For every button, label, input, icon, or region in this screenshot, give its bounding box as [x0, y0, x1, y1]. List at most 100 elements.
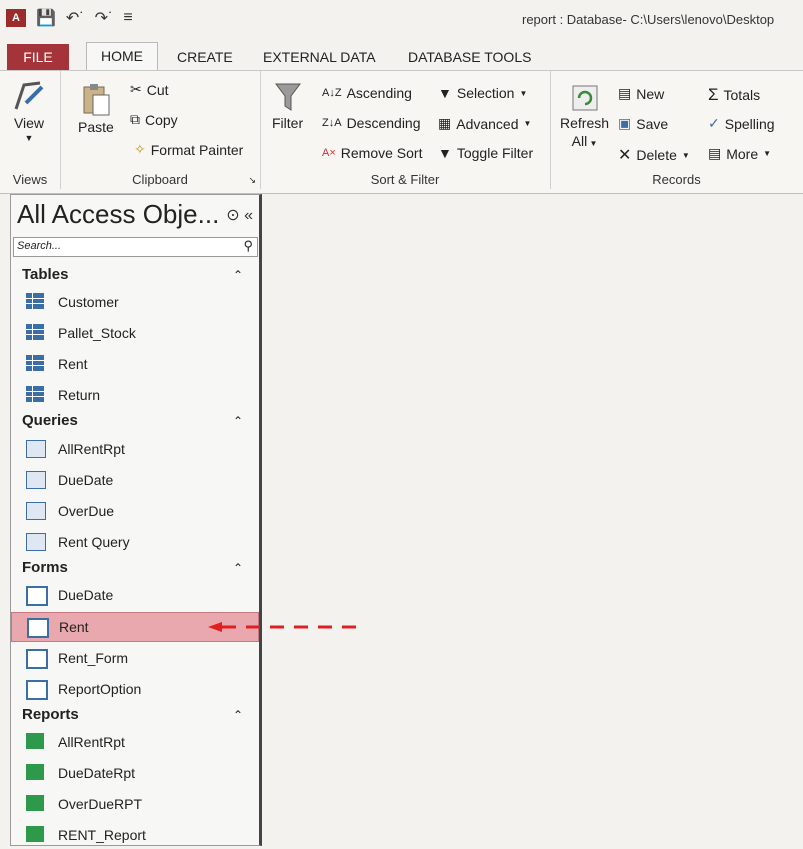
- toggle-filter-label: Toggle Filter: [456, 145, 534, 161]
- tab-database-tools[interactable]: DATABASE TOOLS: [408, 44, 531, 70]
- section-label: Reports: [22, 706, 79, 723]
- section-reports[interactable]: Reports ⌃: [11, 703, 259, 727]
- collapse-chevron-icon[interactable]: ⌃: [233, 414, 243, 428]
- ribbon-tabs: FILE HOME CREATE EXTERNAL DATA DATABASE …: [0, 40, 803, 71]
- filter-button[interactable]: Filter: [272, 81, 303, 131]
- search-input[interactable]: Search...: [17, 240, 61, 252]
- tab-file[interactable]: FILE: [7, 44, 69, 70]
- delete-dropdown-icon: ▼: [681, 150, 690, 160]
- section-queries[interactable]: Queries ⌃: [11, 409, 259, 433]
- delete-icon: ✕: [618, 147, 632, 164]
- undo-icon[interactable]: ↶˙: [66, 8, 85, 28]
- form-icon: [26, 680, 48, 700]
- list-item[interactable]: Return: [11, 381, 257, 409]
- redo-icon[interactable]: ↷˙: [95, 8, 114, 28]
- ascending-button[interactable]: A↓Z Ascending: [322, 85, 412, 101]
- copy-icon: ⧉: [130, 111, 140, 127]
- view-dropdown-icon[interactable]: ▼: [25, 133, 34, 143]
- list-item[interactable]: Rent_Form: [11, 644, 257, 672]
- advanced-label: Advanced: [456, 115, 519, 132]
- advanced-button[interactable]: ▦ Advanced ▼: [438, 115, 531, 132]
- item-label: DueDateRpt: [58, 765, 136, 781]
- list-item[interactable]: Rent: [11, 350, 257, 378]
- selection-button[interactable]: ▼ Selection ▼: [438, 85, 527, 101]
- view-button[interactable]: View ▼: [12, 79, 46, 143]
- spelling-icon: ✓: [708, 115, 720, 131]
- collapse-chevron-icon[interactable]: ⌃: [233, 708, 243, 722]
- list-item[interactable]: AllRentRpt: [11, 435, 257, 463]
- descending-button[interactable]: Z↓A Descending: [322, 115, 421, 131]
- refresh-icon: [572, 85, 598, 111]
- section-tables[interactable]: Tables ⌃: [11, 263, 259, 287]
- delete-record-button[interactable]: ✕ Delete ▼: [618, 145, 690, 165]
- shutter-collapse-icon[interactable]: «: [244, 207, 253, 224]
- cut-button[interactable]: ✂ Cut: [130, 81, 169, 98]
- item-label: Rent_Form: [58, 650, 129, 666]
- list-item[interactable]: DueDateRpt: [11, 759, 257, 787]
- search-icon[interactable]: ⚲: [243, 238, 253, 254]
- paste-label: Paste: [78, 119, 114, 135]
- records-group-label: Records: [652, 172, 701, 187]
- table-icon: [26, 355, 44, 371]
- item-label: DueDate: [58, 472, 114, 488]
- tab-create[interactable]: CREATE: [177, 44, 233, 70]
- collapse-chevron-icon[interactable]: ⌃: [233, 561, 243, 575]
- form-icon: [27, 618, 49, 638]
- nav-search-box[interactable]: Search... ⚲: [13, 237, 258, 257]
- customize-qat-icon[interactable]: ≡: [123, 9, 132, 27]
- item-label: Customer: [58, 294, 119, 310]
- tab-home[interactable]: HOME: [86, 42, 158, 71]
- spelling-button[interactable]: ✓ Spelling: [708, 115, 775, 132]
- remove-sort-label: Remove Sort: [340, 145, 423, 161]
- window-title: report : Database- C:\Users\lenovo\Deskt…: [522, 12, 775, 27]
- nav-menu-dropdown-icon[interactable]: ⊙: [226, 207, 239, 224]
- refresh-dropdown-icon: ▼: [587, 139, 598, 148]
- item-label: Return: [58, 387, 101, 403]
- views-group: View ▼ Views: [0, 71, 61, 189]
- save-record-icon: ▣: [618, 115, 632, 131]
- more-button[interactable]: ▤ More ▼: [708, 145, 771, 162]
- list-item[interactable]: Customer: [11, 288, 257, 316]
- list-item[interactable]: OverDueRPT: [11, 790, 257, 818]
- list-item[interactable]: RENT_Report: [11, 821, 257, 849]
- toggle-filter-button[interactable]: ▼ Toggle Filter: [438, 145, 533, 161]
- records-group: Refresh All ▼ ▤ New ▣ Save ✕ Delete ▼ Σ Total…: [550, 71, 803, 189]
- section-label: Tables: [22, 266, 69, 283]
- toggle-filter-icon: ▼: [438, 145, 452, 161]
- query-icon: [26, 533, 46, 551]
- new-record-button[interactable]: ▤ New: [618, 85, 664, 102]
- save-icon[interactable]: 💾: [36, 8, 56, 28]
- list-item[interactable]: AllRentRpt: [11, 728, 257, 756]
- list-item[interactable]: DueDate: [11, 466, 257, 494]
- refresh-all-button[interactable]: Refresh All ▼: [560, 83, 609, 149]
- list-item[interactable]: OverDue: [11, 497, 257, 525]
- tab-external-data[interactable]: EXTERNAL DATA: [263, 44, 376, 70]
- scissors-icon: ✂: [130, 81, 142, 97]
- format-painter-button[interactable]: ✧ Format Painter: [134, 141, 243, 158]
- remove-sort-button[interactable]: A× Remove Sort: [322, 145, 422, 161]
- delete-label: Delete: [636, 147, 677, 163]
- access-logo-icon: A: [6, 9, 26, 27]
- format-painter-icon: ✧: [134, 141, 146, 157]
- advanced-filter-icon: ▦: [438, 115, 452, 131]
- new-record-icon: ▤: [618, 85, 632, 101]
- list-item[interactable]: DueDate: [11, 581, 257, 609]
- form-icon: [26, 586, 48, 606]
- item-label: DueDate: [58, 587, 114, 603]
- collapse-chevron-icon[interactable]: ⌃: [233, 268, 243, 282]
- save-record-button[interactable]: ▣ Save: [618, 115, 668, 132]
- nav-pane-title[interactable]: All Access Obje...: [17, 199, 219, 230]
- totals-button[interactable]: Σ Totals: [708, 85, 760, 105]
- save-label: Save: [636, 115, 669, 132]
- list-item[interactable]: ReportOption: [11, 675, 257, 703]
- list-item[interactable]: Rent Query: [11, 528, 257, 556]
- list-item[interactable]: Pallet_Stock: [11, 319, 257, 347]
- item-label: OverDue: [58, 503, 115, 519]
- paste-button[interactable]: Paste: [78, 83, 114, 135]
- copy-button[interactable]: ⧉ Copy: [130, 111, 178, 128]
- cut-label: Cut: [146, 81, 169, 98]
- views-group-label: Views: [12, 172, 48, 187]
- section-forms[interactable]: Forms ⌃: [11, 556, 259, 580]
- clipboard-launcher-icon[interactable]: ↘: [248, 175, 256, 186]
- section-label: Forms: [22, 559, 68, 576]
